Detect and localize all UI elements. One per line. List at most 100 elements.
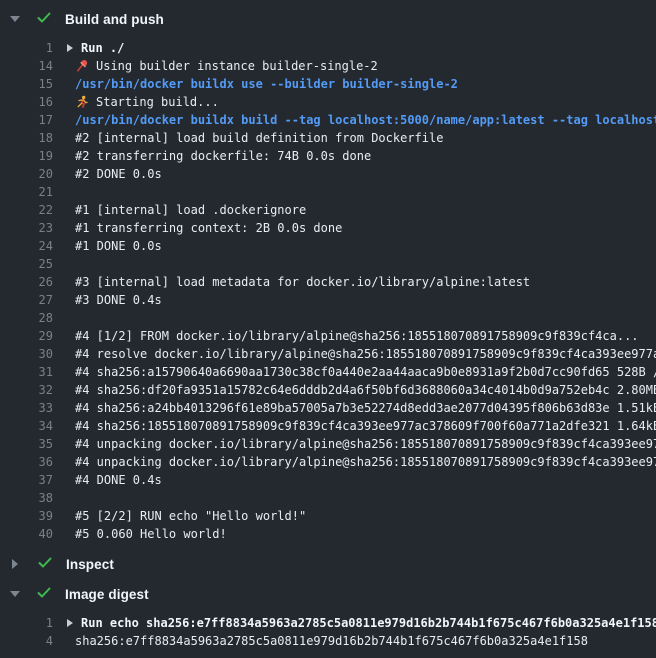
log-line: 31 #4 sha256:a15790640a6690aa1730c38cf0a4…: [0, 363, 656, 381]
log-line-text: #4 unpacking docker.io/library/alpine@sh…: [75, 435, 656, 453]
log-line-number[interactable]: 14: [0, 57, 53, 75]
log-line-number[interactable]: 16: [0, 93, 53, 111]
log-line-text: #1 [internal] load .dockerignore: [75, 201, 306, 219]
log-line: 33#4 sha256:a24bb4013296f61e89ba57005a7b…: [0, 399, 656, 417]
log-line: 38: [0, 489, 656, 507]
log-line-text: #4 sha256:a15790640a6690aa1730c38cf0a440…: [75, 363, 656, 381]
log-line-number[interactable]: 15: [0, 75, 53, 93]
log-line-number[interactable]: 23: [0, 219, 53, 237]
log-line-number[interactable]: 29: [0, 327, 53, 345]
log-line: 35 #4 unpacking docker.io/library/alpine@…: [0, 435, 656, 453]
log-line-number[interactable]: 20: [0, 165, 53, 183]
log-line-number[interactable]: 31: [0, 363, 53, 381]
log-line-number[interactable]: 34: [0, 417, 53, 435]
log-section-build-and-push: Build and push 1 Run ./ 14 Using builder in…: [0, 10, 656, 543]
log-line: 36 #4 unpacking docker.io/library/alpine@…: [0, 453, 656, 471]
log-line-text: #4 resolve docker.io/library/alpine@sha2…: [75, 345, 656, 363]
log-line: 16 Starting build...: [0, 93, 656, 111]
log-line-number[interactable]: 1: [0, 614, 53, 632]
log-line: 19 #2 transferring dockerfile: 74B 0.0s d…: [0, 147, 656, 165]
log-line-number[interactable]: 18: [0, 129, 53, 147]
log-line-number[interactable]: 19: [0, 147, 53, 165]
log-line-number[interactable]: 25: [0, 255, 53, 273]
log-line: 34 #4 sha256:185518070891758909c9f839cf4c…: [0, 417, 656, 435]
section-log-lines: 1 Run ./ 14 Using builder instance builder-…: [0, 39, 656, 543]
expand-arrow-icon[interactable]: [67, 44, 73, 52]
log-line-text: #4 sha256:185518070891758909c9f839cf4ca3…: [75, 417, 656, 435]
log-line-number[interactable]: 32: [0, 381, 53, 399]
log-line-number[interactable]: 40: [0, 525, 53, 543]
log-line: 4sha256:e7ff8834a5963a2785c5a0811e979d16…: [0, 632, 656, 650]
log-line-number[interactable]: 38: [0, 489, 53, 507]
chevron-down-icon[interactable]: [10, 591, 20, 597]
log-line-text: #4 [1/2] FROM docker.io/library/alpine@s…: [75, 327, 639, 345]
log-line-number[interactable]: 36: [0, 453, 53, 471]
log-line-text: #4 unpacking docker.io/library/alpine@sh…: [75, 453, 656, 471]
log-line: 30 #4 resolve docker.io/library/alpine@sh…: [0, 345, 656, 363]
log-line-number[interactable]: 33: [0, 399, 53, 417]
log-line: 17/usr/bin/docker buildx build --tag loc…: [0, 111, 656, 129]
log-line-number[interactable]: 24: [0, 237, 53, 255]
success-check-icon: [37, 555, 53, 574]
log-line-number[interactable]: 21: [0, 183, 53, 201]
expand-arrow-icon[interactable]: [67, 619, 73, 627]
log-line: 25: [0, 255, 656, 273]
log-line-text: #2 [internal] load build definition from…: [75, 129, 443, 147]
log-line: 26 #3 [internal] load metadata for docker…: [0, 273, 656, 291]
log-line-number[interactable]: 1: [0, 39, 53, 57]
log-line-number[interactable]: 39: [0, 507, 53, 525]
log-line-number[interactable]: 4: [0, 632, 53, 650]
chevron-right-icon[interactable]: [12, 559, 18, 569]
log-line-text: #3 [internal] load metadata for docker.i…: [75, 273, 530, 291]
log-line: 24 #1 DONE 0.0s: [0, 237, 656, 255]
log-line-text: #5 0.060 Hello world!: [75, 525, 227, 543]
log-line-text: #2 transferring dockerfile: 74B 0.0s don…: [75, 147, 371, 165]
log-line-number[interactable]: 37: [0, 471, 53, 489]
log-line-number[interactable]: 22: [0, 201, 53, 219]
section-header-build-and-push[interactable]: Build and push: [0, 10, 656, 28]
log-line-text: #1 DONE 0.0s: [75, 237, 162, 255]
log-line-number[interactable]: 35: [0, 435, 53, 453]
log-line: 18 #2 [internal] load build definition fr…: [0, 129, 656, 147]
log-line: 1 Run ./: [0, 39, 656, 57]
log-line-text: #1 transferring context: 2B 0.0s done: [75, 219, 342, 237]
log-line: 23 #1 transferring context: 2B 0.0s done: [0, 219, 656, 237]
log-line: 22 #1 [internal] load .dockerignore: [0, 201, 656, 219]
log-line-text: #2 DONE 0.0s: [75, 165, 162, 183]
log-line: 27#3 DONE 0.4s: [0, 291, 656, 309]
log-line: 1 Run echo sha256:e7ff8834a5963a2785c5a08…: [0, 614, 656, 632]
log-line-number[interactable]: 28: [0, 309, 53, 327]
section-title: Build and push: [65, 12, 164, 27]
workflow-log-viewer: Build and push 1Run ./14Using builder in…: [0, 0, 656, 650]
log-line: 37#4 DONE 0.4s: [0, 471, 656, 489]
log-line-text: #4 sha256:df20fa9351a15782c64e6dddb2d4a6…: [75, 381, 656, 399]
log-line: 14 Using builder instance builder-single-…: [0, 57, 656, 75]
log-line-text: Using builder instance builder-single-2: [96, 57, 378, 75]
success-check-icon: [36, 10, 52, 29]
log-line-text[interactable]: Run ./: [81, 39, 124, 57]
log-line: 40 #5 0.060 Hello world!: [0, 525, 656, 543]
log-line-number[interactable]: 17: [0, 111, 53, 129]
success-check-icon: [36, 585, 52, 604]
pushpin-emoji-icon: [75, 59, 89, 73]
log-line-number[interactable]: 30: [0, 345, 53, 363]
log-line: 20 #2 DONE 0.0s: [0, 165, 656, 183]
runner-emoji-icon: [75, 95, 89, 109]
log-line-number[interactable]: 26: [0, 273, 53, 291]
log-line: 15/usr/bin/docker buildx use --builder b…: [0, 75, 656, 93]
section-title: Image digest: [65, 587, 149, 602]
log-line: 39 #5 [2/2] RUN echo "Hello world!": [0, 507, 656, 525]
chevron-down-icon[interactable]: [10, 16, 20, 22]
log-line-text: #5 [2/2] RUN echo "Hello world!": [75, 507, 306, 525]
log-line: 21: [0, 183, 656, 201]
log-line-number[interactable]: 27: [0, 291, 53, 309]
log-line: 32 #4 sha256:df20fa9351a15782c64e6dddb2d4…: [0, 381, 656, 399]
log-line-text: /usr/bin/docker buildx use --builder bui…: [75, 75, 458, 93]
log-line-text[interactable]: Run echo sha256:e7ff8834a5963a2785c5a081…: [81, 614, 656, 632]
section-header-inspect[interactable]: Inspect: [0, 555, 656, 573]
log-line-text: Starting build...: [96, 93, 219, 111]
log-line-text: /usr/bin/docker buildx build --tag local…: [75, 111, 656, 129]
log-section-inspect: Inspect: [0, 555, 656, 573]
section-title: Inspect: [66, 557, 114, 572]
section-header-image-digest[interactable]: Image digest: [0, 585, 656, 603]
